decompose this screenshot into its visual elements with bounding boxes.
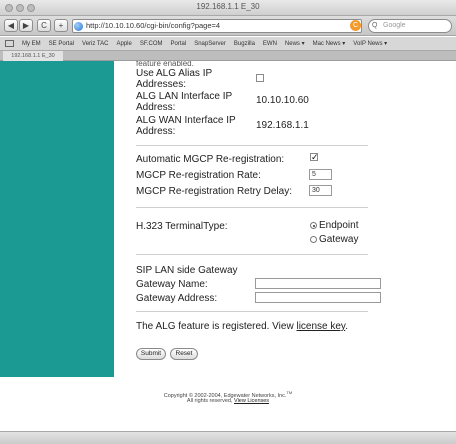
h323-gateway-radio[interactable] [310,236,317,243]
gateway-name-label: Gateway Name: [136,279,208,290]
tab-current[interactable]: 192.168.1.1 E_30 [3,51,63,61]
alg-alias-checkbox[interactable] [256,74,264,82]
bookmark-item[interactable]: SnapServer [194,41,226,47]
bookmark-item[interactable]: Apple [116,41,131,47]
bookmarks-bar: My EM SE Portal Veriz TAC Apple SF.COM Portal… [0,37,456,51]
bookmark-item[interactable]: VoIP News ▾ [353,41,387,47]
forward-button[interactable]: ▶ [19,19,33,32]
bookmark-item[interactable]: SF.COM [140,41,163,47]
section-divider [136,207,368,208]
alg-wan-label-line2: Address: [136,126,176,137]
submit-button[interactable]: Submit [136,348,166,360]
window-titlebar: 192.168.1.1 E_30 [0,0,456,16]
trademark-mark: TM [286,390,293,395]
section-divider [136,145,368,146]
bookmark-item[interactable]: SE Portal [49,41,74,47]
truncated-heading: feature enabled. [136,61,194,66]
section-divider [136,311,368,312]
site-globe-icon [74,22,83,31]
back-button[interactable]: ◀ [4,19,18,32]
bookmark-item[interactable]: Bugzilla [234,41,255,47]
alg-wan-value: 192.168.1.1 [256,120,309,131]
mgcp-auto-checkbox[interactable]: ✓ [310,153,319,162]
alg-wan-label-line1: ALG WAN Interface IP [136,115,236,126]
alg-alias-label-line1: Use ALG Alias IP [136,68,213,79]
reset-button[interactable]: Reset [170,348,198,360]
add-bookmark-button[interactable]: + [54,19,68,32]
bookmark-item[interactable]: Mac News ▾ [313,41,346,47]
mgcp-auto-label: Automatic MGCP Re-registration: [136,154,285,165]
reload-button[interactable]: C [37,19,51,32]
mgcp-rate-input[interactable]: 5 [309,169,332,180]
h323-label: H.323 TerminalType: [136,221,228,232]
bookmark-item[interactable]: Veriz TAC [82,41,108,47]
gateway-name-input[interactable] [255,278,381,289]
gateway-address-label: Gateway Address: [136,293,218,304]
mgcp-retry-input[interactable]: 30 [309,185,332,196]
search-input[interactable]: Google [368,19,452,33]
refresh-icon[interactable]: C [350,20,361,31]
browser-toolbar: ◀ ▶ C + http://10.10.10.60/cgi-bin/confi… [0,16,456,36]
config-form: feature enabled. Use ALG Alias IP Addres… [114,61,456,431]
rights-text: All rights reserved, [186,398,233,404]
mgcp-retry-label: MGCP Re-registration Retry Delay: [136,186,292,197]
alg-lan-label-line2: Address: [136,102,176,113]
bookmark-item[interactable]: Portal [171,41,187,47]
bookmark-item[interactable]: My EM [22,41,41,47]
alg-lan-label-line1: ALG LAN Interface IP [136,91,233,102]
mgcp-rate-label: MGCP Re-registration Rate: [136,170,261,181]
address-bar[interactable]: http://10.10.10.60/cgi-bin/config?page=4 [72,19,362,33]
window-title: 192.168.1.1 E_30 [196,2,260,11]
view-licenses-link[interactable]: View Licenses [234,398,269,404]
alg-lan-value: 10.10.10.60 [256,95,309,106]
bookmark-item[interactable]: News ▾ [285,41,305,47]
h323-endpoint-radio[interactable] [310,222,317,229]
status-bar [0,431,456,444]
h323-gateway-label: Gateway [319,234,359,245]
bookmarks-book-icon[interactable] [5,39,14,47]
section-divider [136,254,368,255]
registration-period: . [345,321,348,332]
copyright-line2: All rights reserved, View Licenses [0,397,456,405]
alg-alias-label-line2: Addresses: [136,79,187,90]
page-sidebar [0,61,114,377]
h323-endpoint-label: Endpoint [319,220,359,231]
tab-bar: 192.168.1.1 E_30 [0,51,456,61]
registration-notice: The ALG feature is registered. View lice… [136,321,348,332]
gateway-address-input[interactable] [255,292,381,303]
bookmark-item[interactable]: EWN [263,41,277,47]
search-icon: Q [372,22,378,29]
license-key-link[interactable]: license key [296,321,345,332]
registration-text: The ALG feature is registered. View [136,321,294,332]
sip-heading: SIP LAN side Gateway [136,265,238,276]
